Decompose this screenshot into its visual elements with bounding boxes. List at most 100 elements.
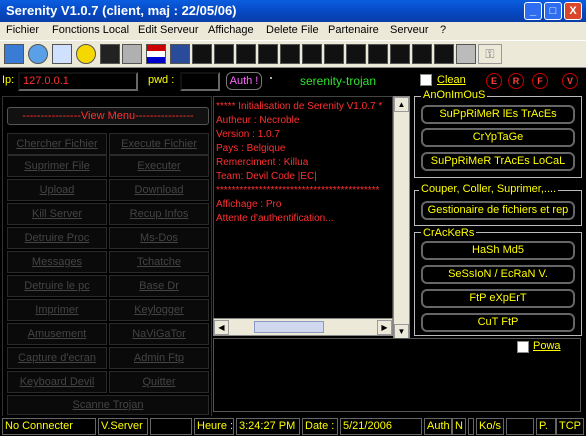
flag-icon[interactable] (146, 44, 166, 64)
ie-icon[interactable] (52, 44, 72, 64)
menu-affichage[interactable]: Affichage (208, 24, 254, 36)
recup-infos-button[interactable]: Recup Infos (109, 203, 209, 225)
smiley-icon[interactable] (76, 44, 96, 64)
supprimer-traces-local-button[interactable]: SuPpRiMeR TrAcEs LoCaL (421, 152, 575, 171)
download-button[interactable]: Download (109, 179, 209, 201)
pwd-label: pwd : (148, 74, 175, 86)
powa-label: Powa (533, 340, 561, 352)
ip-input[interactable]: 127.0.0.1 (18, 72, 138, 91)
powa-checkbox[interactable] (517, 341, 529, 353)
ftp-expert-button[interactable]: FtP eXpErT (421, 289, 575, 308)
kill-server-button[interactable]: Kill Server (7, 203, 107, 225)
separator-dot (270, 77, 272, 79)
pwd-input[interactable] (180, 72, 220, 91)
server-version-label: V.Server (98, 418, 148, 435)
scroll-left-icon[interactable]: ◀ (214, 320, 229, 335)
black-icon-1[interactable] (192, 44, 212, 64)
black-icon-12[interactable] (434, 44, 454, 64)
maximize-button[interactable]: □ (544, 2, 562, 20)
scroll-down-icon[interactable]: ▼ (394, 324, 409, 339)
clean-checkbox[interactable] (420, 74, 432, 86)
auth-button[interactable]: Auth ! (226, 72, 262, 90)
upload-button[interactable]: Upload (7, 179, 107, 201)
scroll-right-icon[interactable]: ▶ (377, 320, 392, 335)
minimize-button[interactable]: _ (524, 2, 542, 20)
dos-icon[interactable] (100, 44, 120, 64)
detruire-pc-button[interactable]: Detruire le pc (7, 275, 107, 297)
admin-ftp-button[interactable]: Admin Ftp (109, 347, 209, 369)
gear-icon[interactable] (122, 44, 142, 64)
console-line: ****************************************… (216, 185, 380, 196)
black-icon-3[interactable] (236, 44, 256, 64)
black-icon-7[interactable] (324, 44, 344, 64)
ip-label: Ip: (2, 74, 15, 86)
keylogger-button[interactable]: Keylogger (109, 299, 209, 321)
supprimer-traces-button[interactable]: SuPpRiMeR lEs TrAcEs (421, 105, 575, 124)
messages-button[interactable]: Messages (7, 251, 107, 273)
execute-fichier-button[interactable]: Execute Fichier (109, 133, 209, 155)
menu-partenaire[interactable]: Partenaire (328, 24, 379, 36)
clean-label: Clean (437, 74, 466, 86)
tchatche-button[interactable]: Tchatche (109, 251, 209, 273)
anonimous-group-label: AnOnImOuS (421, 89, 488, 101)
scroll-up-icon[interactable]: ▲ (394, 97, 409, 112)
black-icon-8[interactable] (346, 44, 366, 64)
log-area[interactable]: Powa (213, 338, 581, 412)
menu-help[interactable]: ? (440, 24, 446, 36)
capture-ecran-button[interactable]: Capture d'ecran (7, 347, 107, 369)
cut-ftp-button[interactable]: CuT FtP (421, 313, 575, 332)
r-button[interactable]: R (508, 73, 524, 89)
console-output[interactable]: ***** Initialisation de Serenity V1.0.7 … (213, 96, 393, 328)
detruire-proc-button[interactable]: Detruire Proc (7, 227, 107, 249)
status-divider (468, 418, 474, 435)
menu-fonctions-local[interactable]: Fonctions Local (52, 24, 129, 36)
quitter-button[interactable]: Quitter (109, 371, 209, 393)
black-icon-5[interactable] (280, 44, 300, 64)
black-icon-2[interactable] (214, 44, 234, 64)
v-button[interactable]: V (562, 73, 578, 89)
amusement-button[interactable]: Amusement (7, 323, 107, 345)
imprimer-button[interactable]: Imprimer (7, 299, 107, 321)
close-button[interactable]: X (564, 2, 582, 20)
black-icon-6[interactable] (302, 44, 322, 64)
black-icon-4[interactable] (258, 44, 278, 64)
connection-status: No Connecter (2, 418, 96, 435)
executer-button[interactable]: Executer (109, 155, 209, 177)
f-button[interactable]: F (532, 73, 548, 89)
menu-delete-file[interactable]: Delete File (266, 24, 319, 36)
kos-value (506, 418, 534, 435)
black-icon-10[interactable] (390, 44, 410, 64)
e-button[interactable]: E (486, 73, 502, 89)
view-menu-button[interactable]: ----------------View Menu---------------… (7, 107, 209, 125)
menu-fichier[interactable]: Fichier (6, 24, 39, 36)
gestionnaire-fichiers-button[interactable]: Gestionaire de fichiers et rep (421, 201, 575, 220)
ms-dos-button[interactable]: Ms-Dos (109, 227, 209, 249)
gray-box-icon[interactable] (456, 44, 476, 64)
anonimous-group: AnOnImOuS SuPpRiMeR lEs TrAcEs CrYpTaGe … (414, 89, 582, 178)
monitor-icon[interactable] (170, 44, 190, 64)
console-vertical-scrollbar[interactable]: ▲ ▼ (393, 96, 410, 340)
server-icon[interactable] (4, 44, 24, 64)
scanne-trojan-button[interactable]: Scanne Trojan (7, 395, 209, 415)
p-label: P. (536, 418, 556, 435)
black-icon-9[interactable] (368, 44, 388, 64)
console-line: Remerciment : Killua (216, 157, 309, 168)
title-bar[interactable]: Serenity V1.0.7 (client, maj : 22/05/06)… (0, 0, 586, 22)
protocol-value: TCP (556, 418, 584, 435)
scroll-thumb[interactable] (254, 321, 324, 333)
console-horizontal-scrollbar[interactable]: ◀ ▶ (213, 318, 393, 336)
globe-icon[interactable] (28, 44, 48, 64)
black-icon-11[interactable] (412, 44, 432, 64)
menu-edit-serveur[interactable]: Edit Serveur (138, 24, 199, 36)
suprimer-file-button[interactable]: Suprimer File (7, 155, 107, 177)
key-icon[interactable]: ⚿ (478, 44, 502, 64)
session-ecran-button[interactable]: SeSsIoN / EcRaN V. (421, 265, 575, 284)
navigator-button[interactable]: NaViGaTor (109, 323, 209, 345)
base-dr-button[interactable]: Base Dr (109, 275, 209, 297)
menu-serveur[interactable]: Serveur (390, 24, 429, 36)
cryptage-button[interactable]: CrYpTaGe (421, 128, 575, 147)
hash-md5-button[interactable]: HaSh Md5 (421, 241, 575, 260)
chercher-fichier-button[interactable]: Chercher Fichier (7, 133, 107, 155)
keyboard-devil-button[interactable]: Keyboard Devil (7, 371, 107, 393)
couper-group: Couper, Coller, Suprimer,.... Gestionair… (414, 183, 582, 226)
